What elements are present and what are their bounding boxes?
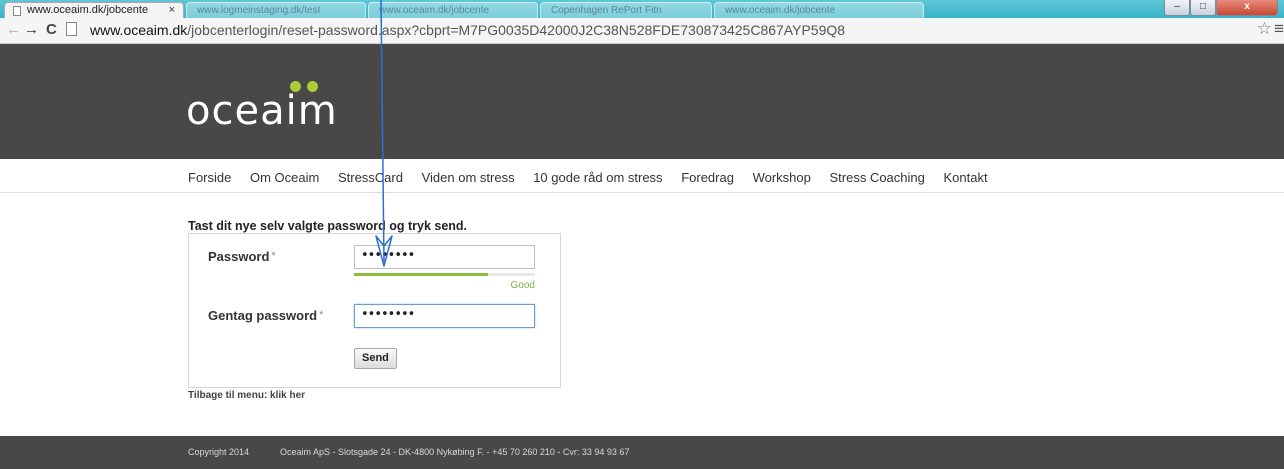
page-icon xyxy=(13,6,21,16)
nav-item-kontakt[interactable]: Kontakt xyxy=(944,170,988,185)
nav-item-stress-coaching[interactable]: Stress Coaching xyxy=(829,170,924,185)
password-label-text: Password xyxy=(208,249,270,264)
browser-tab-active[interactable]: www.oceaim.dk/jobcente × xyxy=(4,2,184,18)
reload-icon[interactable]: C xyxy=(46,22,57,38)
logo-dot-icon xyxy=(290,81,301,92)
send-button[interactable]: Send xyxy=(354,348,397,369)
main-nav: Forside Om Oceaim StressCard Viden om st… xyxy=(188,170,1003,185)
browser-tab[interactable]: www.oceaim.dk/jobcente xyxy=(368,2,538,18)
browser-toolbar: ← → C www.oceaim.dk/jobcenterlogin/reset… xyxy=(0,18,1284,44)
footer-copyright: Copyright 2014 xyxy=(188,447,250,457)
logo-dot-icon xyxy=(307,81,318,92)
nav-divider xyxy=(0,192,1284,193)
menu-icon[interactable]: ≡ xyxy=(1274,20,1284,38)
tab-title: www.oceaim.dk/jobcente xyxy=(379,5,490,16)
back-to-menu-link[interactable]: Tilbage til menu: klik her xyxy=(188,390,305,401)
back-arrow-icon[interactable]: ← xyxy=(6,22,21,38)
address-bar[interactable]: www.oceaim.dk/jobcenterlogin/reset-passw… xyxy=(66,21,1254,41)
nav-item-foredrag[interactable]: Foredrag xyxy=(681,170,734,185)
footer-company-info: Oceaim ApS - Slotsgade 24 - DK-4800 Nykø… xyxy=(280,447,630,457)
password-label: Password * xyxy=(208,249,276,264)
password-strength-meter xyxy=(354,273,535,276)
reset-password-form: Password * •••••••• Good Gentag password *… xyxy=(188,233,561,388)
page-icon xyxy=(66,22,77,36)
bookmark-star-icon[interactable]: ☆ xyxy=(1257,20,1272,38)
tab-close-icon[interactable]: × xyxy=(169,3,175,18)
nav-item-workshop[interactable]: Workshop xyxy=(753,170,811,185)
password-input[interactable]: •••••••• xyxy=(354,245,535,269)
browser-tab-bar: www.oceaim.dk/jobcente × www.logmeinstag… xyxy=(0,0,1284,18)
tab-title: www.logmeinstaging.dk/test xyxy=(197,5,321,16)
tab-title: www.oceaim.dk/jobcente xyxy=(27,4,149,16)
nav-item-om-oceaim[interactable]: Om Oceaim xyxy=(250,170,319,185)
maximize-button[interactable]: □ xyxy=(1190,0,1216,16)
browser-tab[interactable]: www.oceaim.dk/jobcente xyxy=(714,2,924,18)
browser-tab[interactable]: Copenhagen RePort Fitn xyxy=(540,2,712,18)
close-window-button[interactable]: x xyxy=(1216,0,1278,16)
minimize-button[interactable]: – xyxy=(1164,0,1190,16)
nav-item-forside[interactable]: Forside xyxy=(188,170,231,185)
required-mark: * xyxy=(319,309,324,321)
tab-title: www.oceaim.dk/jobcente xyxy=(725,5,836,16)
tab-title: Copenhagen RePort Fitn xyxy=(551,5,662,16)
site-header: oceaim xyxy=(0,44,1284,159)
password-strength-label: Good xyxy=(510,280,535,291)
repeat-password-input[interactable]: •••••••• xyxy=(354,304,535,328)
form-instructions: Tast dit nye selv valgte password og try… xyxy=(188,219,468,233)
forward-arrow-icon[interactable]: → xyxy=(24,22,39,38)
site-footer: Copyright 2014 Oceaim ApS - Slotsgade 24… xyxy=(0,436,1284,469)
logo-text: oceaim xyxy=(186,88,338,134)
url-path: /jobcenterlogin/reset-password.aspx?cbpr… xyxy=(187,22,846,38)
nav-item-viden-om-stress[interactable]: Viden om stress xyxy=(422,170,515,185)
repeat-password-label-text: Gentag password xyxy=(208,308,318,323)
nav-item-stresscard[interactable]: StressCard xyxy=(338,170,403,185)
url-host: www.oceaim.dk xyxy=(90,22,188,38)
password-strength-fill xyxy=(354,273,488,276)
nav-item-10-gode-raad[interactable]: 10 gode råd om stress xyxy=(533,170,662,185)
repeat-password-label: Gentag password * xyxy=(208,308,323,323)
browser-tab[interactable]: www.logmeinstaging.dk/test xyxy=(186,2,366,18)
required-mark: * xyxy=(271,250,276,262)
site-logo[interactable]: oceaim xyxy=(186,81,338,134)
